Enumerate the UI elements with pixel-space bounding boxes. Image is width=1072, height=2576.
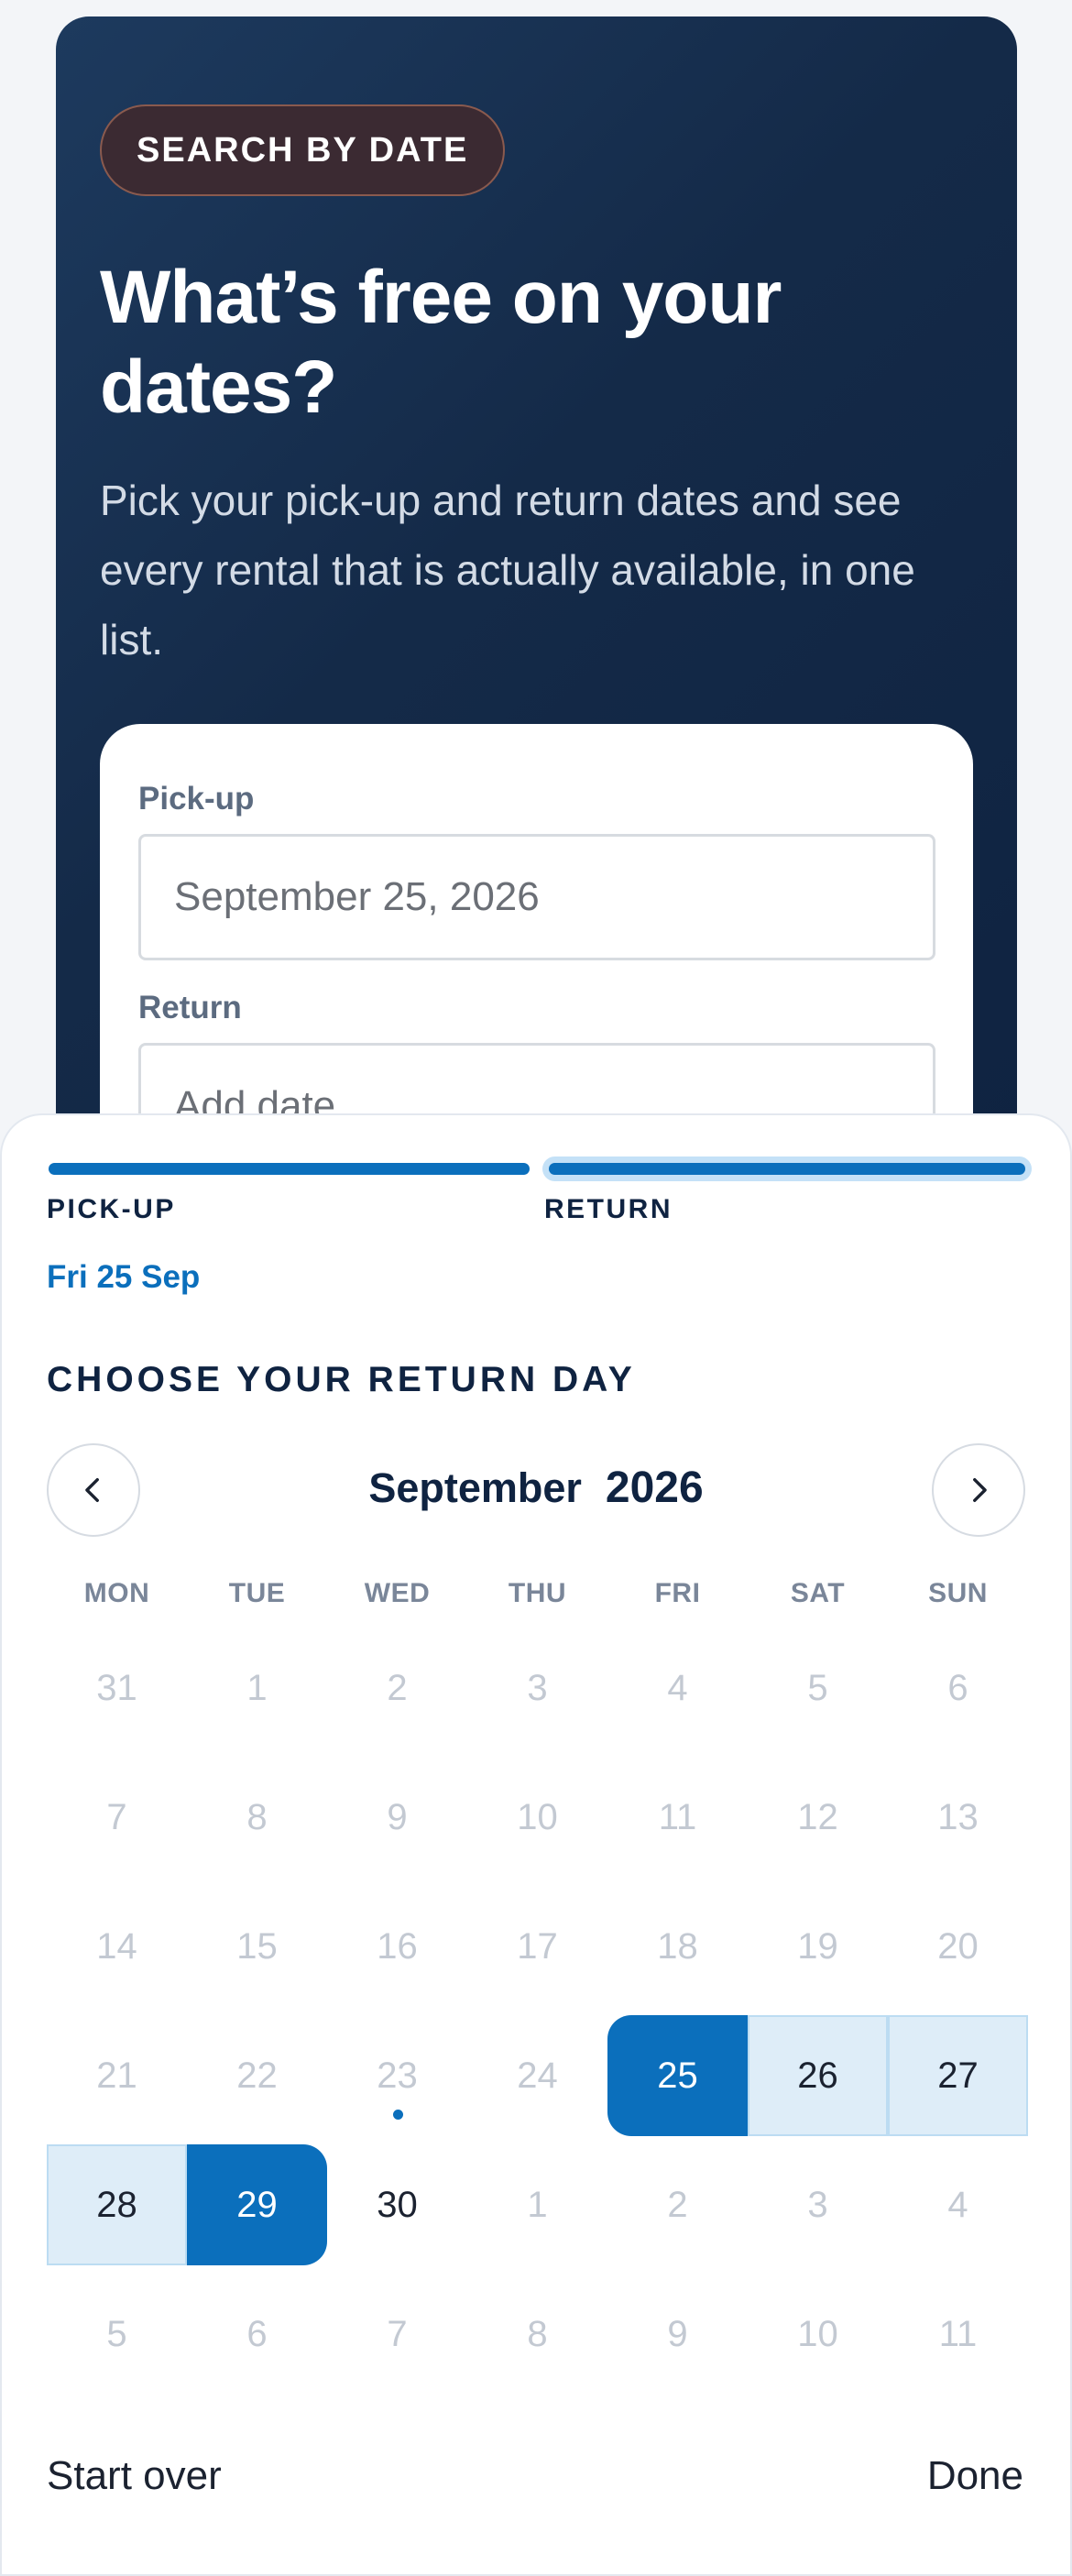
calendar-day: 18: [657, 1925, 698, 1967]
step-pickup-label[interactable]: PICK-UP: [47, 1194, 176, 1225]
calendar-day: 4: [947, 2184, 968, 2225]
calendar-day: 11: [938, 2313, 978, 2354]
pickup-step-progress: [49, 1163, 530, 1175]
calendar-day: 9: [667, 2313, 688, 2354]
calendar-day: 7: [387, 2313, 408, 2354]
calendar-day[interactable]: 25: [607, 2015, 748, 2136]
chevron-right-icon: [973, 1477, 987, 1503]
calendar-day: 31: [96, 1667, 137, 1708]
calendar-day: 8: [246, 1796, 268, 1837]
calendar-day: 22: [236, 2055, 278, 2096]
done-button[interactable]: Done: [927, 2453, 1023, 2499]
calendar-day[interactable]: 29: [187, 2144, 327, 2265]
calendar-day: 16: [377, 1925, 418, 1967]
calendar-day: 4: [667, 1667, 688, 1708]
next-month-button[interactable]: [932, 1443, 1025, 1537]
calendar-day: 17: [517, 1925, 558, 1967]
calendar-day: 21: [96, 2055, 137, 2096]
calendar-day: 3: [807, 2184, 828, 2225]
calendar-day: 12: [797, 1796, 838, 1837]
weekday-tue: TUE: [228, 1578, 286, 1608]
calendar-day: 10: [517, 1796, 558, 1837]
calendar-day: 23: [327, 2015, 467, 2136]
start-over-button[interactable]: Start over: [47, 2453, 222, 2499]
pickup-field[interactable]: September 25, 2026: [138, 834, 935, 960]
calendar-day: 24: [517, 2055, 558, 2096]
month-year-label: September 2026: [0, 1463, 1072, 1513]
calendar-day: 5: [106, 2313, 127, 2354]
calendar-day: 14: [96, 1925, 137, 1967]
month-label: September: [368, 1464, 582, 1511]
calendar-day: 5: [807, 1667, 828, 1708]
calendar-day[interactable]: 30: [327, 2144, 467, 2265]
calendar-day: 19: [797, 1925, 838, 1967]
calendar-day: 7: [106, 1796, 127, 1837]
choose-return-heading: CHOOSE YOUR RETURN DAY: [47, 1360, 636, 1399]
hero-panel: SEARCH BY DATE What’s free on your dates…: [56, 16, 1017, 1153]
calendar-day[interactable]: 27: [888, 2015, 1028, 2136]
step-return-label[interactable]: RETURN: [544, 1194, 673, 1225]
page-subtitle: Pick your pick-up and return dates and s…: [100, 477, 915, 663]
weekday-thu: THU: [508, 1578, 567, 1608]
calendar-day[interactable]: 26: [748, 2015, 888, 2136]
calendar-day: 6: [947, 1667, 968, 1708]
return-step-progress: [542, 1156, 1032, 1181]
calendar-day[interactable]: 28: [47, 2144, 187, 2265]
calendar-day: 6: [246, 2313, 268, 2354]
date-form-card: Pick-up September 25, 2026 Return Add da…: [100, 724, 973, 1153]
weekday-mon: MON: [83, 1578, 150, 1608]
calendar-day: 10: [797, 2313, 838, 2354]
calendar-day: 1: [527, 2184, 548, 2225]
weekday-sat: SAT: [790, 1578, 846, 1608]
step-pickup-value: Fri 25 Sep: [47, 1259, 201, 1295]
search-by-date-badge: SEARCH BY DATE: [100, 104, 506, 196]
calendar-day: 15: [236, 1925, 278, 1967]
year-label: 2026: [605, 1463, 704, 1512]
weekday-wed: WED: [364, 1578, 431, 1608]
calendar-day: 1: [246, 1667, 268, 1708]
calendar-day: 9: [387, 1796, 408, 1837]
calendar-day: 8: [527, 2313, 548, 2354]
calendar-day: 13: [937, 1796, 979, 1837]
today-dot-icon: [392, 2110, 403, 2120]
calendar-day: 20: [937, 1925, 979, 1967]
calendar-day: 11: [658, 1796, 697, 1837]
weekday-sun: SUN: [928, 1578, 988, 1608]
calendar-day: 2: [387, 1667, 408, 1708]
pickup-label: Pick-up: [138, 781, 255, 817]
calendar-day: 2: [667, 2184, 688, 2225]
page-title: What’s free on your dates?: [100, 256, 782, 429]
calendar-day: 3: [527, 1667, 548, 1708]
weekday-fri: FRI: [654, 1578, 701, 1608]
return-label: Return: [138, 990, 242, 1025]
